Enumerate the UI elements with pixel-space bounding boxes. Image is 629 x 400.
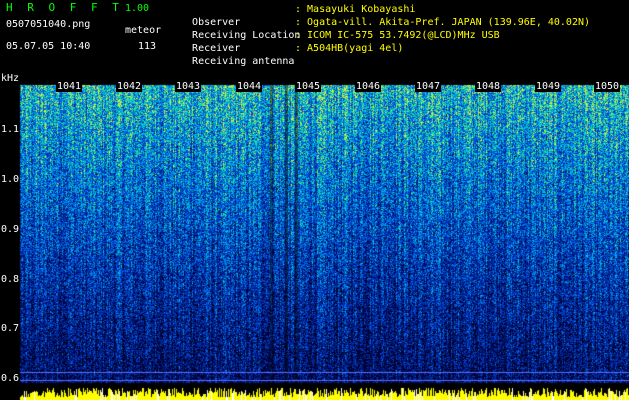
file-name: 0507051040.png <box>6 19 91 30</box>
y-tick-label: 0.8 <box>1 274 20 285</box>
app-version: 1.00 <box>125 3 150 14</box>
meta-key: Receiving antenna <box>192 56 295 67</box>
y-tick-label: 0.6 <box>1 373 20 384</box>
meta-value: : A504HB(yagi 4el) <box>295 43 404 54</box>
datetime-label: 05.07.05 10:40 <box>6 41 91 52</box>
y-tick-label: 1.0 <box>1 174 20 185</box>
x-tick-label: 1047 <box>415 81 442 92</box>
y-tick-label: 1.1 <box>1 124 20 135</box>
x-tick-label: 1050 <box>594 81 621 92</box>
y-unit-label: kHz <box>1 73 20 84</box>
x-tick-label: 1049 <box>535 81 562 92</box>
spectrogram <box>0 80 629 400</box>
meteor-count: 113 <box>138 41 157 52</box>
x-tick-label: 1048 <box>475 81 502 92</box>
app-title: H R O F F T <box>6 1 123 14</box>
x-tick-label: 1043 <box>175 81 202 92</box>
y-tick-label: 0.7 <box>1 323 20 334</box>
x-tick-label: 1041 <box>56 81 83 92</box>
mode-label: meteor <box>125 25 162 36</box>
meta-value: : Ogata-vill. Akita-Pref. JAPAN (139.96E… <box>295 17 591 28</box>
x-tick-label: 1042 <box>116 81 143 92</box>
x-tick-label: 1045 <box>295 81 322 92</box>
meta-antenna: Receiving antenna <box>180 42 294 68</box>
x-tick-label: 1044 <box>236 81 263 92</box>
x-tick-label: 1046 <box>355 81 382 92</box>
meta-value: : ICOM IC-575 53.7492(@LCD)MHz USB <box>295 30 500 41</box>
meta-value: : Masayuki Kobayashi <box>295 4 416 15</box>
y-tick-label: 0.9 <box>1 224 20 235</box>
